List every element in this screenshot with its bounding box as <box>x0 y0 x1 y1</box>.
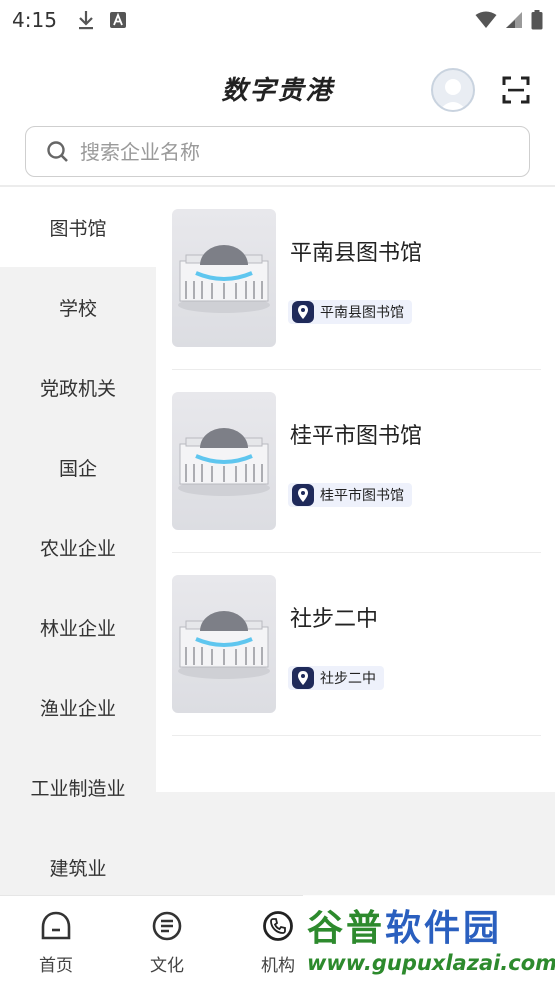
watermark-brand-green: 谷普 <box>307 908 386 949</box>
building-thumbnail <box>172 209 276 347</box>
nav-label-culture: 文化 <box>150 956 184 976</box>
building-thumbnail <box>172 575 276 713</box>
search-box[interactable] <box>25 126 530 177</box>
nav-item-home[interactable]: 首页 <box>6 896 106 984</box>
signal-icon <box>506 12 522 28</box>
location-pin-icon <box>292 484 314 506</box>
location-pin-icon <box>292 301 314 323</box>
location-tag: 桂平市图书馆 <box>288 483 412 507</box>
scan-icon[interactable] <box>502 76 530 104</box>
sidebar-item-manufacturing[interactable]: 工业制造业 <box>0 747 156 827</box>
avatar[interactable] <box>431 68 475 112</box>
list-item[interactable]: 社步二中 社步二中 <box>172 553 541 736</box>
document-icon <box>152 911 182 941</box>
location-pin-icon <box>292 667 314 689</box>
status-right-icons <box>475 10 543 30</box>
location-tag-label: 社步二中 <box>320 671 376 687</box>
location-tag-label: 平南县图书馆 <box>320 305 404 321</box>
phone-icon <box>263 911 293 941</box>
battery-icon <box>531 10 543 30</box>
sidebar-item-school[interactable]: 学校 <box>0 267 156 347</box>
location-tag-label: 桂平市图书馆 <box>320 488 404 504</box>
search-icon <box>47 140 68 162</box>
location-tag: 平南县图书馆 <box>288 300 412 324</box>
nav-item-culture[interactable]: 文化 <box>117 896 217 984</box>
building-thumbnail <box>172 392 276 530</box>
sidebar-item-library[interactable]: 图书馆 <box>0 187 156 267</box>
category-sidebar: 图书馆 学校 党政机关 国企 农业企业 林业企业 渔业企业 工业制造业 建筑业 <box>0 187 156 895</box>
institution-name: 桂平市图书馆 <box>290 424 423 449</box>
search-input[interactable] <box>80 139 480 164</box>
list-item[interactable]: 平南县图书馆 平南县图书馆 <box>172 187 541 370</box>
wifi-icon <box>475 11 497 28</box>
location-tag: 社步二中 <box>288 666 384 690</box>
nav-label-institution: 机构 <box>261 956 295 976</box>
watermark-brand: 谷普软件园 <box>307 899 502 951</box>
font-icon <box>109 12 126 28</box>
watermark-url: www.gupuxlazai.com <box>307 951 555 975</box>
download-icon <box>78 11 93 30</box>
sidebar-item-fishery[interactable]: 渔业企业 <box>0 667 156 747</box>
institution-list: 平南县图书馆 平南县图书馆 桂平市图书馆 桂平市图书馆 社步二中 社步二中 <box>156 187 555 792</box>
home-icon <box>41 911 71 940</box>
list-empty-area <box>156 792 555 895</box>
list-item[interactable]: 桂平市图书馆 桂平市图书馆 <box>172 370 541 553</box>
status-notification-icons <box>77 10 127 30</box>
status-time: 4:15 <box>12 8 57 32</box>
watermark-brand-blue: 软件园 <box>385 908 503 949</box>
app-header: 数字贵港 <box>0 40 555 130</box>
institution-name: 社步二中 <box>290 607 379 632</box>
sidebar-item-agriculture[interactable]: 农业企业 <box>0 507 156 587</box>
sidebar-item-government[interactable]: 党政机关 <box>0 347 156 427</box>
nav-label-home: 首页 <box>39 956 73 976</box>
sidebar-item-forestry[interactable]: 林业企业 <box>0 587 156 667</box>
institution-name: 平南县图书馆 <box>290 241 423 266</box>
watermark: 谷普软件园 www.gupuxlazai.com <box>303 895 555 984</box>
sidebar-item-state-owned[interactable]: 国企 <box>0 427 156 507</box>
status-bar: 4:15 <box>0 0 555 40</box>
